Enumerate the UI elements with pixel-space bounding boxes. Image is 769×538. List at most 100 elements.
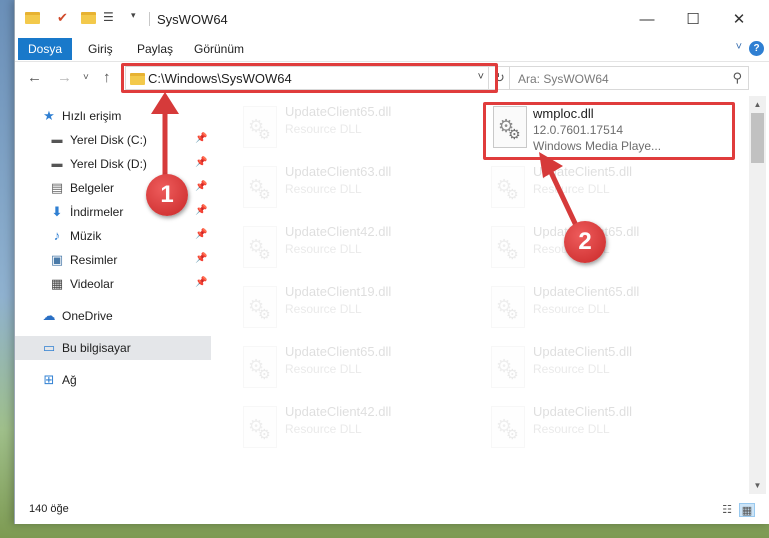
file-name: UpdateClient65.dll [533,284,640,299]
document-icon: ▤ [50,180,64,195]
dll-file-icon: ⚙ ⚙ [491,346,525,388]
sidebar-item-label: Ağ [62,373,77,387]
drive-icon: ▬ [51,134,63,146]
file-item[interactable]: ⚙ ⚙ UpdateClient5.dll Resource DLL [483,340,719,398]
drive-icon: ▬ [51,158,63,170]
callout-arrow-1 [151,92,179,183]
sidebar-item-label: Hızlı erişim [62,109,122,123]
sidebar-item-label: Belgeler [70,181,115,195]
customize-toolbar-icon[interactable]: ☰ [103,10,119,26]
search-box[interactable]: Ara: SysWOW64 ⚲ [509,66,749,90]
file-name: UpdateClient65.dll [285,104,392,119]
dll-file-icon: ⚙ ⚙ [243,106,277,148]
sidebar-item-pictures[interactable]: ▣ Resimler 📌 [15,248,211,272]
computer-icon: ▭ [42,340,56,355]
details-view-icon[interactable]: ☷ [719,503,735,517]
pictures-icon: ▣ [50,252,64,267]
file-item[interactable]: ⚙⚙ UpdateClient65.dll Resource DLL [483,280,719,338]
tab-file[interactable]: Dosya [18,38,72,60]
pin-icon[interactable]: 📌 [195,277,207,288]
pin-icon[interactable]: 📌 [195,229,207,240]
star-icon: ★ [43,108,55,123]
scroll-thumb[interactable] [751,113,764,163]
dll-file-icon: ⚙ ⚙ [243,346,277,388]
status-bar: 140 öğe ☷ ▦ [15,498,769,524]
maximize-button[interactable]: ☐ [670,0,716,38]
sidebar-item-label: Yerel Disk (C:) [70,133,147,147]
download-icon: ⬇ [51,204,63,219]
dll-file-icon: ⚙ ⚙ [243,166,277,208]
file-name: UpdateClient42.dll [285,224,392,239]
sidebar-item-label: İndirmeler [70,205,124,219]
close-button[interactable]: ✕ [716,0,762,38]
ribbon-expand-icon[interactable]: ˅ [736,41,742,53]
sidebar-item-this-pc[interactable]: ▭ Bu bilgisayar [15,336,211,360]
recent-locations-button[interactable]: ˅ [83,72,89,83]
tab-share[interactable]: Paylaş [137,38,173,60]
vertical-scrollbar[interactable]: ▲ ▼ [749,96,766,494]
toolbar-dropdown-icon[interactable]: ▾ [131,10,147,26]
file-item[interactable]: ⚙ ⚙ UpdateClient42.dll Resource DLL [235,400,471,458]
file-item[interactable]: ⚙⚙ UpdateClient65.dll Resource DLL [235,100,471,158]
minimize-button[interactable]: — [624,0,670,38]
file-item[interactable]: ⚙ ⚙ UpdateClient5.dll Resource DLL [483,400,719,458]
folder-icon [25,10,41,26]
file-item[interactable]: ⚙ ⚙ UpdateClient63.dll Resource DLL [235,160,471,218]
file-name: UpdateClient19.dll [285,284,392,299]
item-count: 140 öğe [29,503,69,515]
callout-badge-1: 1 [146,174,188,216]
window-title: SysWOW64 [157,12,228,27]
pin-icon[interactable]: 📌 [195,253,207,264]
sidebar-item-label: OneDrive [62,309,113,323]
title-separator [149,12,150,26]
file-item[interactable]: ⚙ ⚙ UpdateClient19.dll Resource DLL [235,280,471,338]
file-name: UpdateClient5.dll [533,344,633,359]
file-type: Resource DLL [533,302,610,316]
file-type: Resource DLL [533,422,610,436]
file-item[interactable]: ⚙ ⚙ UpdateClient42.dll Resource DLL [235,220,471,278]
file-type: Resource DLL [285,122,362,136]
pin-icon[interactable]: 📌 [195,133,207,144]
sidebar-item-music[interactable]: ♪ Müzik 📌 [15,224,211,248]
dll-file-icon: ⚙ ⚙ [491,166,525,208]
up-button[interactable]: ↑ [103,69,111,86]
new-folder-icon[interactable] [81,10,97,26]
file-item[interactable]: ⚙ ⚙ UpdateClient5.dll Resource DLL [483,160,719,218]
sidebar-item-videos[interactable]: ▦ Videolar 📌 [15,272,211,296]
dll-file-icon: ⚙ ⚙ [243,286,277,328]
dll-file-icon: ⚙ ⚙ [243,406,277,448]
target-file-highlight [483,102,735,160]
file-type: Resource DLL [285,242,362,256]
file-name: UpdateClient63.dll [285,164,392,179]
video-icon: ▦ [50,276,64,291]
search-input[interactable]: Ara: SysWOW64 [518,72,609,86]
file-list: ⚙ ⚙ UpdateClient65.dll Resource DLL ⚙ ⚙ Up… [213,96,749,494]
sidebar-item-label: Videolar [70,277,114,291]
sidebar-item-network[interactable]: ⊞ Ağ [15,368,211,392]
back-button[interactable]: ← [27,69,42,86]
pin-icon[interactable]: 📌 [195,181,207,192]
search-icon[interactable]: ⚲ [732,70,742,86]
help-icon[interactable]: ? [749,41,764,56]
tab-view[interactable]: Görünüm [194,38,244,60]
scroll-down-icon[interactable]: ▼ [749,477,766,494]
dll-file-icon: ⚙ ⚙ [491,286,525,328]
sidebar-item-onedrive[interactable]: ☁ OneDrive [15,304,211,328]
scroll-up-icon[interactable]: ▲ [749,96,766,113]
file-name: UpdateClient5.dll [533,404,633,419]
sidebar-item-label: Yerel Disk (D:) [70,157,147,171]
sidebar-item-label: Resimler [70,253,118,267]
pin-icon[interactable]: 📌 [195,205,207,216]
forward-button[interactable]: → [57,69,72,86]
file-type: Resource DLL [533,362,610,376]
sidebar-item-label: Bu bilgisayar [62,341,131,355]
pin-icon[interactable]: 📌 [195,157,207,168]
properties-icon[interactable]: ✔ [57,10,73,26]
tiles-view-icon[interactable]: ▦ [739,503,755,517]
title-bar: ✔ ☰ ▾ SysWOW64 — ☐ ✕ [15,0,769,38]
dll-file-icon: ⚙ ⚙ [491,406,525,448]
ribbon: Dosya Giriş Paylaş Görünüm ˅ ? [15,38,769,62]
navigation-bar: ← → ˅ ↑ C:\Windows\SysWOW64 ˅ ↻ Ara: Sys… [15,62,769,94]
file-item[interactable]: ⚙⚙ UpdateClient65.dll Resource DLL [235,340,471,398]
tab-home[interactable]: Giriş [88,38,113,60]
